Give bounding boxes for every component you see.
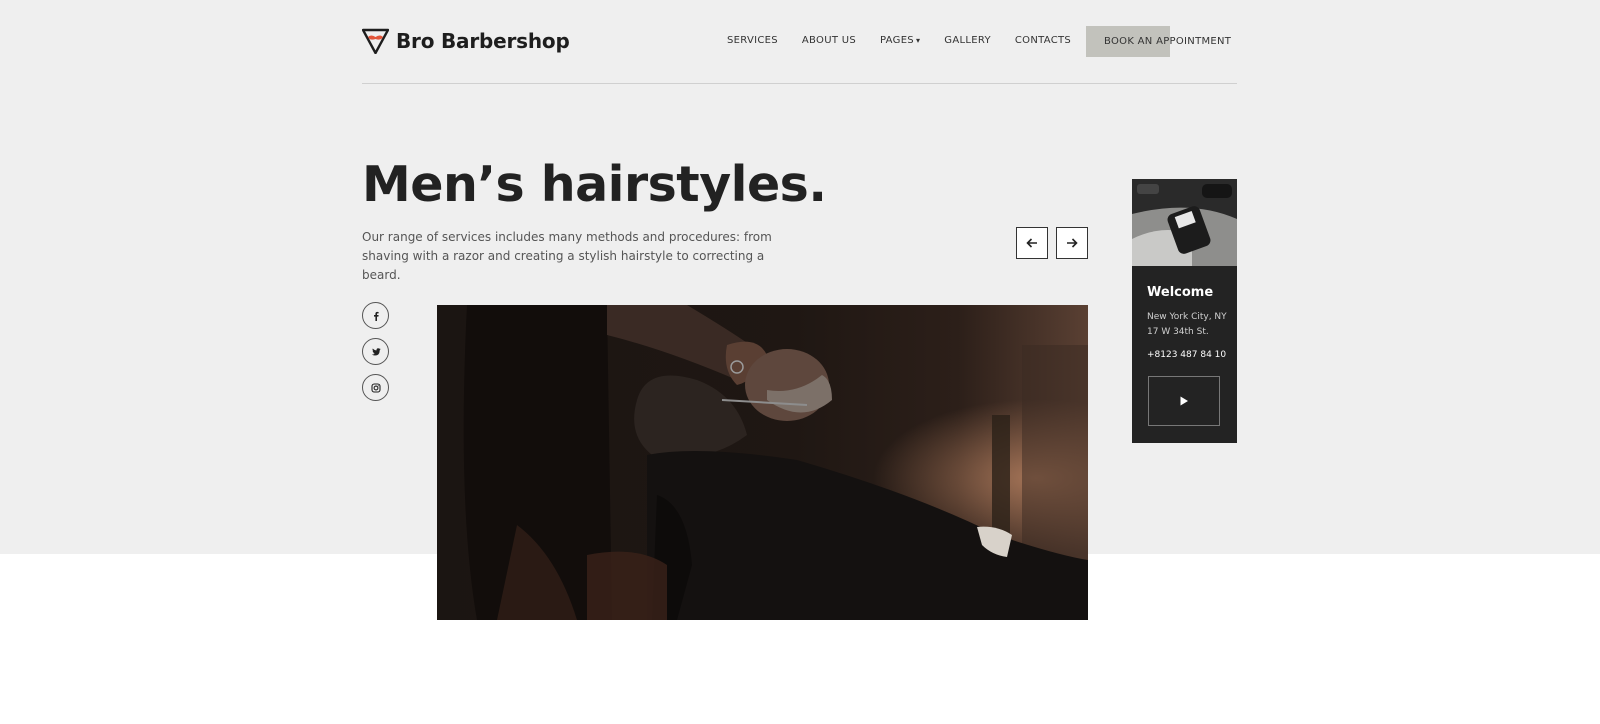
facebook-icon (373, 311, 379, 321)
nav-contacts[interactable]: CONTACTS (1015, 35, 1071, 46)
barber-scene-image (437, 305, 1088, 620)
address-text: New York City, NY 17 W 34th St. (1147, 312, 1227, 337)
caret-down-icon: ▾ (915, 36, 921, 45)
clipper-image (1132, 179, 1237, 266)
book-appointment-label: BOOK AN APPOINTMENT (1104, 36, 1232, 47)
header-divider (362, 83, 1237, 84)
play-icon (1180, 396, 1188, 406)
logo[interactable]: Bro Barbershop (362, 28, 570, 54)
nav-gallery[interactable]: GALLERY (944, 35, 991, 46)
nav-pages[interactable]: PAGES ▾ (880, 35, 920, 46)
book-appointment-button[interactable]: BOOK AN APPOINTMENT (1086, 26, 1231, 57)
main-nav: SERVICES ABOUT US PAGES ▾ GALLERY CONTACT… (727, 35, 1095, 46)
twitter-icon (371, 347, 381, 355)
arrow-right-icon (1067, 238, 1078, 248)
nav-services[interactable]: SERVICES (727, 35, 778, 46)
twitter-link[interactable] (362, 338, 389, 365)
phone-number[interactable]: +8123 487 84 10 (1147, 350, 1226, 360)
slider-next-button[interactable] (1056, 227, 1088, 259)
nav-about-us[interactable]: ABOUT US (802, 35, 856, 46)
hero-title: Men’s hairstyles. (362, 156, 827, 213)
barber-photo (437, 305, 1088, 620)
welcome-heading: Welcome (1147, 285, 1214, 300)
site-header: Bro Barbershop SERVICES ABOUT US PAGES ▾ … (362, 24, 1237, 84)
clipper-photo (1132, 179, 1237, 266)
hero-description: Our range of services includes many meth… (362, 230, 772, 282)
play-video-button[interactable] (1148, 376, 1220, 426)
nav-pages-label: PAGES (879, 35, 914, 46)
instagram-icon (370, 382, 381, 393)
instagram-link[interactable] (362, 374, 389, 401)
welcome-card: Welcome New York City, NY 17 W 34th St. … (1132, 179, 1237, 443)
slider-prev-button[interactable] (1016, 227, 1048, 259)
facebook-link[interactable] (362, 302, 389, 329)
logo-icon (362, 28, 389, 54)
arrow-left-icon (1026, 238, 1037, 248)
brand-name: Bro Barbershop (396, 29, 570, 53)
